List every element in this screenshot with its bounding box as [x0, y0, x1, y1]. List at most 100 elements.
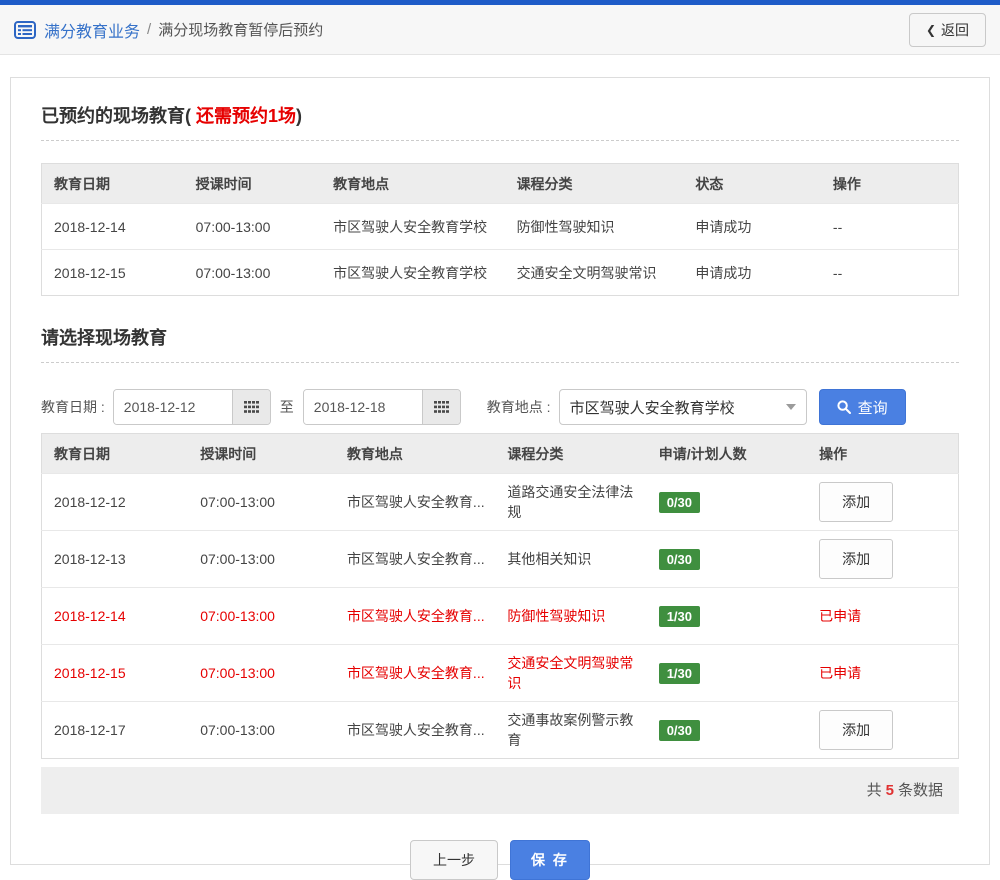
column-header: 状态: [683, 163, 821, 204]
cell-quota: 0/30: [646, 530, 808, 588]
cell-time: 07:00-13:00: [188, 530, 335, 588]
cell-quota: 0/30: [646, 701, 808, 759]
cell-date: 2018-12-17: [41, 701, 189, 759]
date-to-input[interactable]: [303, 390, 422, 424]
cell-time: 07:00-13:00: [183, 203, 322, 250]
record-count-bar: 共 5 条数据: [41, 767, 959, 814]
cell-date: 2018-12-15: [41, 249, 184, 296]
date-to-group: [302, 389, 461, 425]
cell-course: 其他相关知识: [495, 530, 647, 588]
calendar-icon[interactable]: [231, 390, 270, 424]
cell-place: 市区驾驶人安全教育...: [334, 530, 496, 588]
quota-badge: 1/30: [658, 605, 701, 627]
booked-table: 教育日期 授课时间 教育地点 课程分类 状态 操作 2018-12-14 07:…: [41, 163, 959, 296]
count-prefix: 共: [866, 782, 882, 799]
place-filter-label: 教育地点 :: [486, 399, 551, 415]
list-icon: [14, 20, 36, 39]
cell-time: 07:00-13:00: [188, 587, 335, 645]
cell-place: 市区驾驶人安全教育学校: [321, 249, 505, 296]
cell-time: 07:00-13:00: [188, 644, 335, 702]
cell-date: 2018-12-15: [41, 644, 189, 702]
cell-action: --: [820, 249, 959, 296]
add-button[interactable]: 添加: [819, 710, 894, 750]
date-range-to-label: 至: [279, 399, 294, 415]
column-header: 课程分类: [504, 163, 684, 204]
main-panel: 已预约的现场教育( 还需预约1场) 教育日期 授课时间 教育地点 课程分类 状态…: [10, 77, 990, 880]
back-button[interactable]: ❮ 返回: [908, 12, 986, 47]
add-button[interactable]: 添加: [819, 539, 894, 579]
cell-time: 07:00-13:00: [188, 701, 335, 759]
date-from-group: [112, 389, 271, 425]
table-row: 2018-12-15 07:00-13:00 市区驾驶人安全教育学校 交通安全文…: [41, 249, 959, 296]
booked-table-header-row: 教育日期 授课时间 教育地点 课程分类 状态 操作: [41, 163, 959, 204]
cell-time: 07:00-13:00: [183, 249, 322, 296]
column-header: 教育地点: [321, 163, 505, 204]
cell-course: 交通安全文明驾驶常识: [504, 249, 684, 296]
save-button[interactable]: 保 存: [510, 840, 590, 880]
cell-date: 2018-12-14: [41, 587, 189, 645]
cell-time: 07:00-13:00: [188, 473, 335, 531]
search-button-label: 查询: [857, 399, 888, 417]
place-select[interactable]: 市区驾驶人安全教育学校: [558, 389, 807, 425]
table-row: 2018-12-17 07:00-13:00 市区驾驶人安全教育... 交通事故…: [41, 701, 959, 759]
table-row: 2018-12-14 07:00-13:00 市区驾驶人安全教育学校 防御性驾驶…: [41, 203, 959, 250]
dashed-divider: [41, 140, 959, 141]
cell-course: 交通安全文明驾驶常识: [495, 644, 647, 702]
column-header: 操作: [820, 163, 959, 204]
cell-place: 市区驾驶人安全教育...: [334, 473, 496, 531]
chevron-down-icon: [785, 404, 796, 410]
cell-status: 申请成功: [683, 203, 821, 250]
column-header: 授课时间: [188, 433, 335, 474]
column-header: 课程分类: [495, 433, 647, 474]
cell-action: 已申请: [807, 587, 959, 645]
cell-action: 已申请: [807, 644, 959, 702]
column-header: 教育日期: [41, 163, 184, 204]
dashed-divider: [41, 362, 959, 363]
booked-title-highlight: 还需预约1场: [196, 106, 297, 126]
table-row-applied: 2018-12-15 07:00-13:00 市区驾驶人安全教育... 交通安全…: [41, 644, 959, 702]
booked-title-prefix: 已预约的现场教育(: [41, 106, 196, 126]
search-button[interactable]: 查询: [818, 389, 906, 425]
column-header: 授课时间: [183, 163, 322, 204]
quota-badge: 0/30: [658, 719, 701, 741]
column-header: 教育日期: [41, 433, 189, 474]
cell-date: 2018-12-13: [41, 530, 189, 588]
chevron-left-icon: ❮: [925, 22, 936, 37]
cell-place: 市区驾驶人安全教育学校: [321, 203, 505, 250]
column-header: 教育地点: [334, 433, 496, 474]
cell-quota: 0/30: [646, 473, 808, 531]
cell-course: 交通事故案例警示教育: [495, 701, 647, 759]
date-filter-label: 教育日期 :: [41, 399, 105, 415]
breadcrumb-root-link[interactable]: 满分教育业务: [44, 18, 140, 42]
cell-place: 市区驾驶人安全教育...: [334, 587, 496, 645]
count-number: 5: [885, 782, 894, 799]
table-row-applied: 2018-12-14 07:00-13:00 市区驾驶人安全教育... 防御性驾…: [41, 587, 959, 645]
filter-bar: 教育日期 : 至: [41, 389, 959, 425]
cell-status: 申请成功: [683, 249, 821, 296]
previous-step-button[interactable]: 上一步: [410, 840, 499, 880]
place-select-value: 市区驾驶人安全教育学校: [569, 399, 735, 417]
cell-place: 市区驾驶人安全教育...: [334, 644, 496, 702]
breadcrumb-separator: /: [147, 21, 152, 38]
cell-quota: 1/30: [646, 587, 808, 645]
booked-title-suffix: ): [296, 106, 303, 126]
add-button[interactable]: 添加: [819, 482, 894, 522]
quota-badge: 0/30: [658, 491, 701, 513]
cell-place: 市区驾驶人安全教育...: [334, 701, 496, 759]
table-row: 2018-12-12 07:00-13:00 市区驾驶人安全教育... 道路交通…: [41, 473, 959, 531]
cell-action: 添加: [807, 701, 959, 759]
schedule-table-header-row: 教育日期 授课时间 教育地点 课程分类 申请/计划人数 操作: [41, 433, 959, 474]
app-header: 满分教育业务 / 满分现场教育暂停后预约 ❮ 返回: [0, 5, 1000, 55]
applied-label: 已申请: [819, 608, 862, 624]
cell-quota: 1/30: [646, 644, 808, 702]
booked-section-title: 已预约的现场教育( 还需预约1场): [41, 102, 959, 128]
select-section-title: 请选择现场教育: [41, 328, 167, 348]
quota-badge: 1/30: [658, 662, 701, 684]
cell-course: 防御性驾驶知识: [504, 203, 684, 250]
form-actions: 上一步 保 存: [41, 840, 959, 880]
cell-action: 添加: [807, 530, 959, 588]
date-from-input[interactable]: [113, 390, 232, 424]
search-icon: [836, 400, 851, 414]
column-header: 申请/计划人数: [646, 433, 808, 474]
calendar-icon[interactable]: [421, 390, 460, 424]
